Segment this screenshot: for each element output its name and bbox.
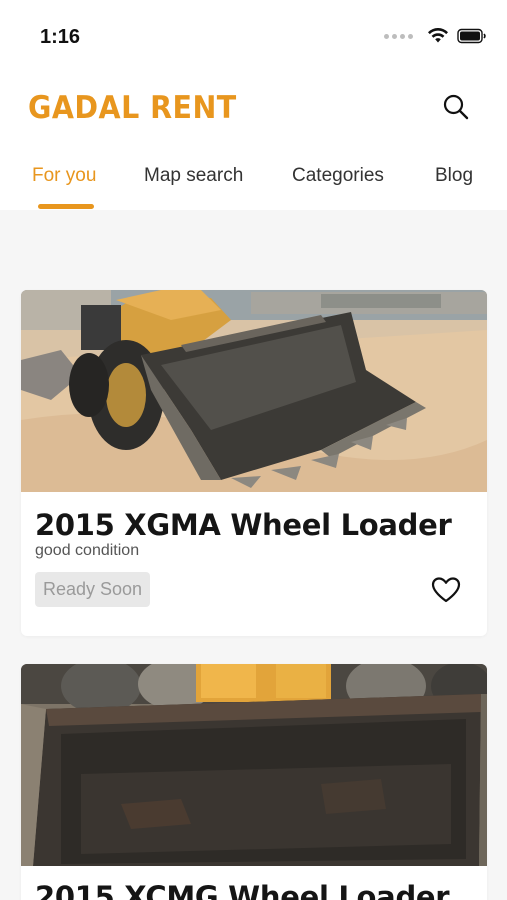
app-header: GADAL RENT For you Map search Categories… (0, 70, 507, 210)
tab-categories[interactable]: Categories (292, 165, 384, 187)
listing-title: 2015 XGMA Wheel Loader (35, 508, 452, 542)
status-time: 1:16 (40, 26, 81, 48)
tab-blog[interactable]: Blog (435, 165, 473, 187)
active-tab-indicator (38, 204, 94, 209)
listing-title: 2015 XCMG Wheel Loader (35, 880, 450, 900)
listing-subtitle: good condition (35, 542, 140, 559)
wifi-icon (428, 28, 448, 43)
app-screen: 1:16 GADAL RENT For you Map search Categ… (0, 0, 507, 900)
search-icon (443, 94, 469, 120)
listing-card[interactable]: 2015 XGMA Wheel Loader good condition Re… (21, 290, 487, 636)
tab-for-you[interactable]: For you (32, 165, 96, 187)
listing-photo[interactable] (21, 290, 487, 492)
brand-logo: GADAL RENT (28, 90, 237, 126)
heart-outline-icon (431, 577, 461, 603)
status-badge: Ready Soon (35, 572, 151, 607)
search-button[interactable] (441, 92, 471, 122)
cellular-signal-icon (384, 33, 413, 39)
tab-map-search[interactable]: Map search (144, 165, 243, 187)
status-bar: 1:16 (0, 0, 507, 70)
battery-icon (457, 28, 486, 44)
listing-photo[interactable] (21, 664, 487, 866)
status-icons (384, 28, 487, 44)
tab-bar: For you Map search Categories Blog (0, 162, 507, 210)
favorite-button[interactable] (431, 576, 461, 604)
listing-card[interactable]: 2015 XCMG Wheel Loader (21, 664, 487, 900)
